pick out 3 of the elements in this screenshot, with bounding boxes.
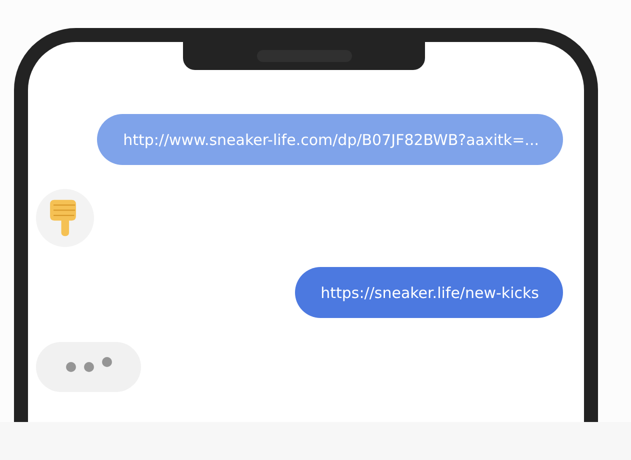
message-bubble: https://sneaker.life/new-kicks — [294, 267, 563, 318]
message-bubble: http://www.sneaker-life.com/dp/B07JF82BWB?aaxitk=... — [97, 114, 563, 165]
thumbs-down-icon — [48, 199, 78, 237]
